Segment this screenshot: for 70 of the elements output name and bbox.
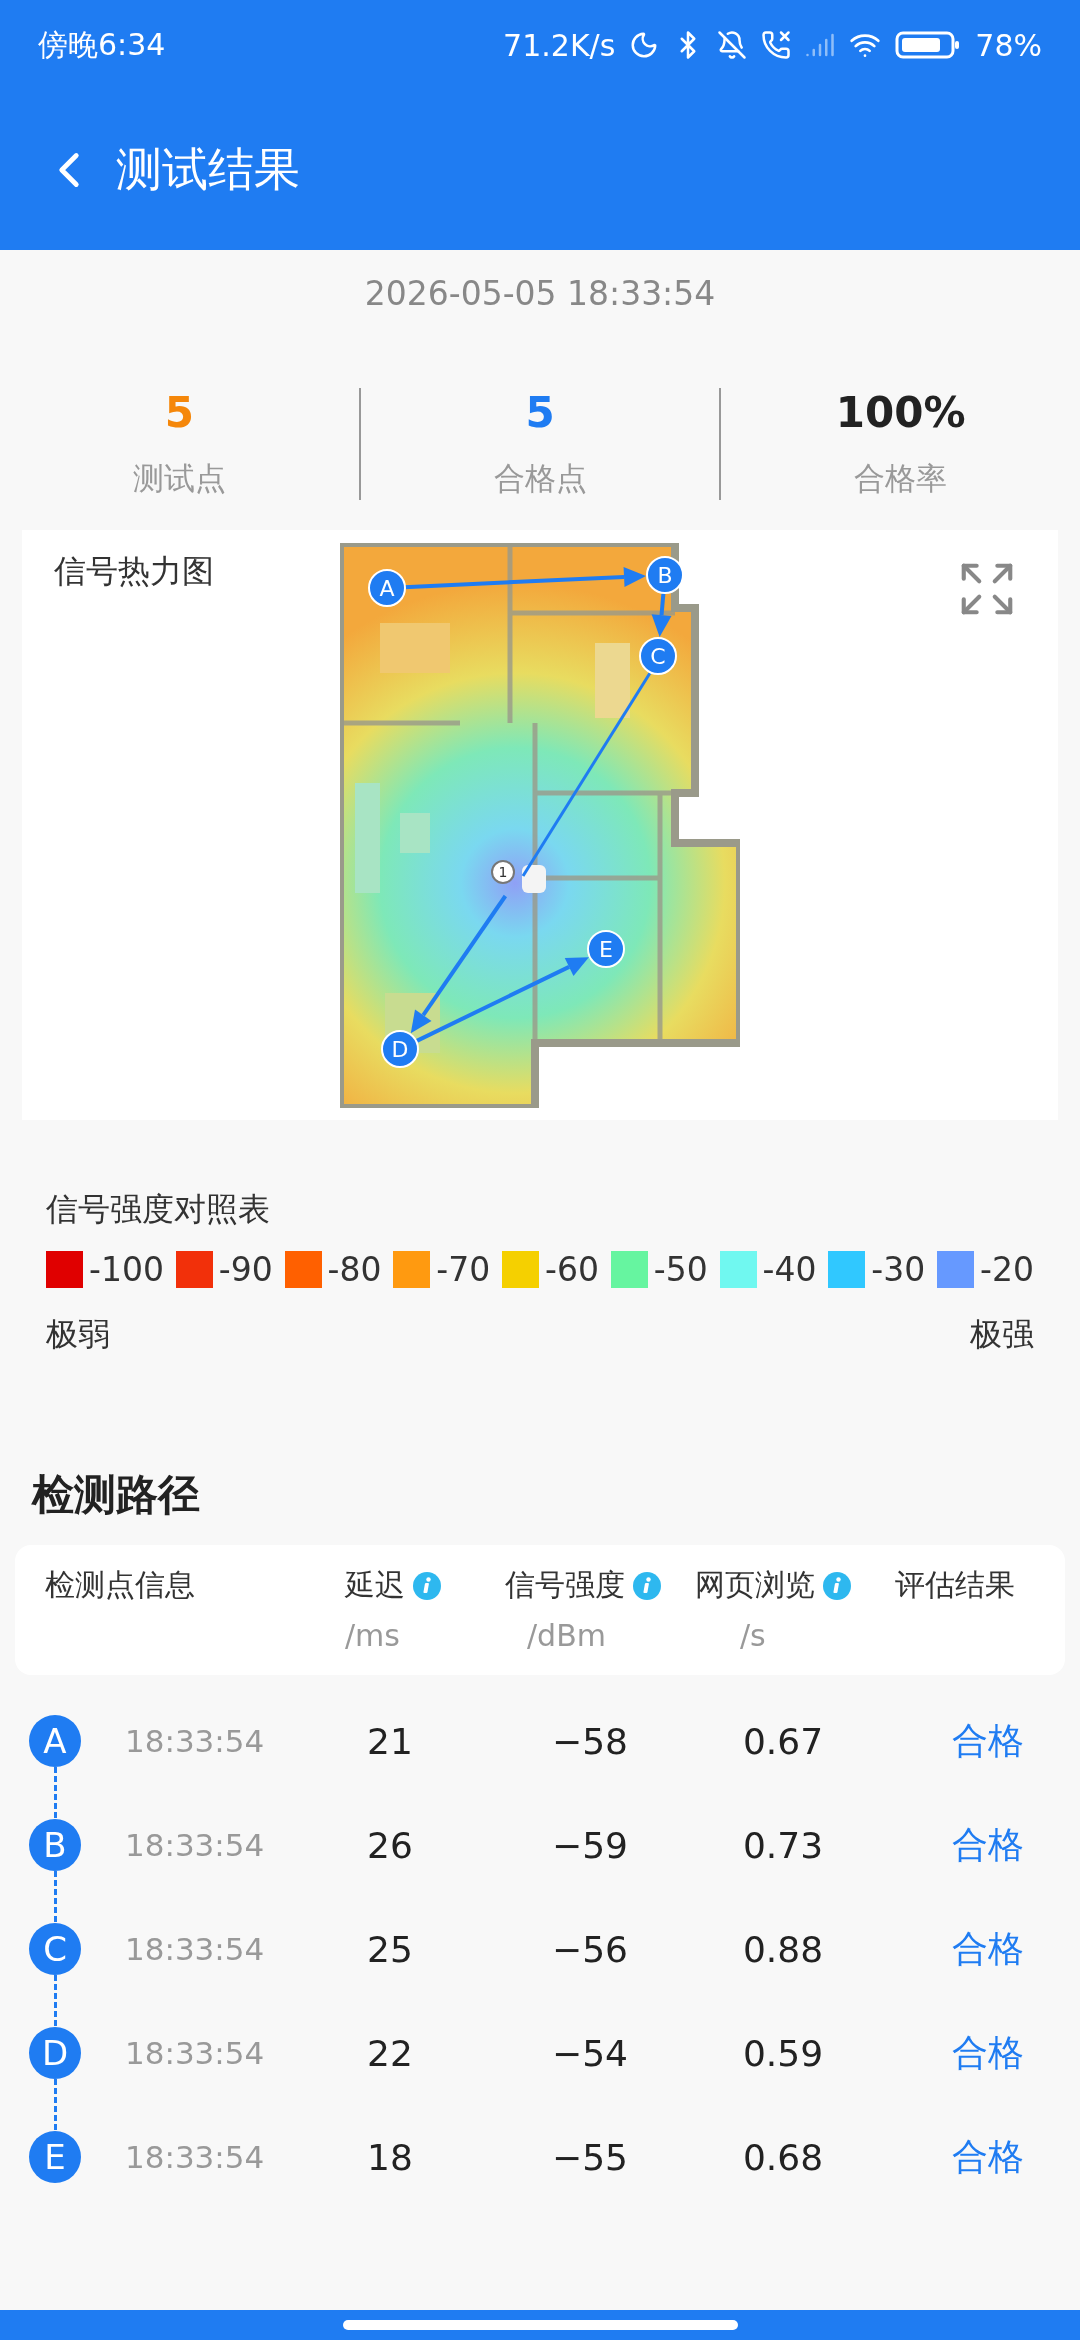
column-header: 评估结果 <box>895 1566 1015 1604</box>
time-cell-text: 18:33:54 <box>124 2139 266 2175</box>
network-speed: 71.2K/s <box>503 27 616 63</box>
time-cell-text: 18:33:54 <box>124 1827 266 1863</box>
latency-cell-text: 25 <box>366 1928 414 1970</box>
signal-cell-text: −54 <box>551 2032 629 2074</box>
legend-low-label: 极弱 <box>46 1314 110 1355</box>
column-header: 网页浏览 <box>695 1566 815 1604</box>
point-marker: D <box>29 2027 81 2079</box>
latency-cell-text: 21 <box>366 1720 414 1762</box>
latency-cell-text: 26 <box>366 1824 414 1866</box>
column-header: 延迟 <box>345 1566 405 1604</box>
stat-label: 合格率 <box>854 459 948 498</box>
time-cell-text: 18:33:54 <box>124 2035 266 2071</box>
stat-value: 5 <box>164 388 194 437</box>
stat-value: 5 <box>525 388 555 437</box>
info-icon[interactable] <box>413 1571 441 1600</box>
legend-value: -80 <box>327 1250 382 1289</box>
stat-label: 测试点 <box>132 459 226 498</box>
column-unit: /s <box>739 1618 767 1653</box>
column-header: 检测点信息 <box>45 1566 195 1604</box>
result-cell-text: 合格 <box>951 1926 1025 1971</box>
legend-value: -30 <box>871 1250 926 1289</box>
legend-value: -70 <box>436 1250 491 1289</box>
latency-cell-text: 18 <box>366 2136 414 2178</box>
result-cell-text: 合格 <box>951 2134 1025 2179</box>
legend-value: -100 <box>89 1250 164 1289</box>
signal-cell-text: −59 <box>551 1824 629 1866</box>
legend-value: -40 <box>762 1250 817 1289</box>
legend-value: -20 <box>980 1250 1034 1289</box>
bell-off-icon <box>717 30 748 60</box>
point-marker: B <box>29 1819 81 1871</box>
column-header: 信号强度 <box>505 1566 625 1604</box>
info-icon[interactable] <box>633 1571 661 1600</box>
section-title: 检测路径 <box>32 1469 201 1521</box>
result-cell-text: 合格 <box>951 2030 1025 2075</box>
signal-cell-text: −55 <box>551 2136 629 2178</box>
latency-cell-text: 22 <box>366 2032 414 2074</box>
result-cell-text: 合格 <box>951 1822 1025 1867</box>
legend-value: -50 <box>653 1250 708 1289</box>
page-load-cell-text: 0.68 <box>741 2136 825 2178</box>
page-load-cell-text: 0.59 <box>741 2032 825 2074</box>
page-load-cell-text: 0.73 <box>741 1824 825 1866</box>
status-time: 傍晚6:34 <box>38 25 166 64</box>
battery-icon <box>895 30 962 60</box>
heatmap-title: 信号热力图 <box>54 551 214 592</box>
info-icon[interactable] <box>823 1571 851 1600</box>
signal-cell-text: −58 <box>551 1720 629 1762</box>
legend-high-label: 极强 <box>970 1314 1034 1355</box>
signal-cell-text: −56 <box>551 1928 629 1970</box>
point-marker: C <box>29 1923 81 1975</box>
stat-value: 100% <box>835 388 966 437</box>
result-cell-text: 合格 <box>951 1718 1025 1763</box>
stat-label: 合格点 <box>493 459 587 498</box>
column-unit: /dBm <box>526 1618 607 1653</box>
page-title: 测试结果 <box>116 141 300 198</box>
legend-title: 信号强度对照表 <box>46 1189 271 1230</box>
legend-value: -60 <box>545 1250 599 1289</box>
battery-level: 78% <box>975 27 1042 63</box>
page-load-cell-text: 0.67 <box>741 1720 825 1762</box>
page-load-cell-text: 0.88 <box>741 1928 825 1970</box>
column-unit: /ms <box>345 1618 401 1653</box>
time-cell-text: 18:33:54 <box>124 1931 266 1967</box>
path-arrow <box>651 591 672 638</box>
phone-icon <box>761 30 792 60</box>
point-marker: A <box>29 1715 81 1767</box>
test-timestamp: 2026-05-05 18:33:54 <box>363 274 717 313</box>
time-cell-text: 18:33:54 <box>124 1723 266 1759</box>
point-marker: E <box>29 2131 81 2183</box>
legend-value: -90 <box>218 1250 273 1289</box>
